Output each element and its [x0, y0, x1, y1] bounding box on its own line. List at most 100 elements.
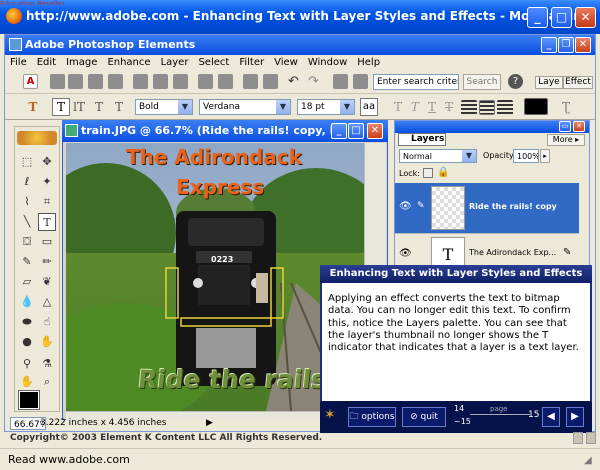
import-icon[interactable]	[108, 74, 123, 89]
dodge-tool-icon[interactable]: ●	[18, 333, 36, 351]
lock-all-icon[interactable]: 🔒	[437, 167, 449, 178]
sharpen-tool-icon[interactable]: △	[38, 293, 56, 311]
previous-page-button[interactable]: ◀	[542, 407, 560, 427]
impressionist-brush-icon[interactable]: ❦	[38, 273, 56, 291]
menu-image[interactable]: Image	[61, 56, 102, 70]
pse-minimize-button[interactable]: _	[541, 37, 557, 53]
menu-edit[interactable]: Edit	[32, 56, 61, 70]
more-button[interactable]: More ▸	[547, 134, 585, 146]
open-file-icon[interactable]	[68, 74, 83, 89]
page-slider-track[interactable]	[470, 414, 530, 415]
menu-layer[interactable]: Layer	[156, 56, 194, 70]
quick-fix-icon[interactable]	[333, 74, 348, 89]
close-button[interactable]: ✕	[575, 7, 596, 28]
minimize-button[interactable]: _	[527, 7, 548, 28]
font-size-select[interactable]: 18 pt ▼	[297, 99, 355, 115]
print-icon[interactable]	[198, 74, 213, 89]
faux-italic-button[interactable]: T	[407, 98, 423, 116]
smudge-tool-icon[interactable]: ☝	[38, 313, 56, 331]
anti-alias-button[interactable]: aa	[360, 98, 378, 116]
scroll-down-arrow[interactable]	[586, 432, 596, 444]
adobe-online-icon[interactable]: A	[23, 74, 38, 89]
sponge-tool-icon[interactable]: ⬬	[18, 313, 36, 331]
underline-button[interactable]: T	[424, 98, 440, 116]
blur-tool-icon[interactable]: 💧	[18, 293, 36, 311]
next-page-button[interactable]: ▶	[566, 407, 584, 427]
doc-maximize-button[interactable]: □	[348, 123, 364, 139]
quit-button[interactable]: ⊘ quit	[402, 407, 446, 427]
font-style-select[interactable]: Bold ▼	[135, 99, 193, 115]
photo-creations-icon[interactable]	[263, 74, 278, 89]
type-tool-active-icon[interactable]: T	[38, 213, 56, 231]
help-icon[interactable]: ?	[508, 74, 523, 89]
palette-well-tab-effects[interactable]: Effect	[563, 76, 593, 89]
vertical-type-icon[interactable]: lT	[71, 98, 87, 116]
faux-bold-button[interactable]: T	[390, 98, 406, 116]
eraser-tool-icon[interactable]: ▱	[18, 273, 36, 291]
save-icon[interactable]	[133, 74, 148, 89]
layer-row-ride-the-rails-copy[interactable]: 👁 ✎ Ride the rails! copy	[395, 183, 579, 233]
maximize-button[interactable]: □	[551, 7, 572, 28]
font-family-select[interactable]: Verdana ▼	[199, 99, 291, 115]
marquee-tool-icon[interactable]: ⬚	[18, 153, 36, 171]
step-forward-icon[interactable]: ↷	[308, 74, 323, 89]
doc-close-button[interactable]: ✕	[367, 123, 383, 139]
align-center-icon[interactable]	[479, 100, 495, 115]
foreground-color-swatch[interactable]	[18, 390, 40, 410]
warp-text-icon[interactable]: Ʈ	[558, 98, 574, 116]
menu-window[interactable]: Window	[303, 56, 352, 70]
browse-icon[interactable]	[88, 74, 103, 89]
pse-close-button[interactable]: ✕	[575, 37, 591, 53]
layers-minimize-button[interactable]: ▭	[559, 121, 571, 132]
horizontal-type-mask-icon[interactable]: T	[91, 98, 107, 116]
paint-bucket-tool-icon[interactable]: ⛋	[18, 233, 36, 251]
attach-email-icon[interactable]	[173, 74, 188, 89]
align-right-icon[interactable]	[497, 100, 513, 115]
blend-mode-select[interactable]: Normal ▼	[399, 149, 477, 163]
lasso-tool-icon[interactable]: ℓ	[18, 173, 36, 191]
menu-view[interactable]: View	[269, 56, 303, 70]
save-for-web-icon[interactable]	[153, 74, 168, 89]
line-tool-icon[interactable]: ╲	[18, 213, 36, 231]
search-input[interactable]: Enter search criteria	[373, 74, 459, 90]
eye-icon[interactable]: 👁	[399, 201, 412, 212]
search-button[interactable]: Search	[463, 74, 501, 90]
horizontal-type-icon[interactable]: T	[52, 98, 70, 116]
brush-tool-icon[interactable]: ✎	[18, 253, 36, 271]
scroll-up-arrow[interactable]	[573, 432, 583, 444]
hand-tool-icon[interactable]: ✋	[18, 373, 36, 391]
eye-icon[interactable]: 👁	[399, 248, 412, 259]
red-eye-icon[interactable]	[353, 74, 368, 89]
vertical-type-mask-icon[interactable]: T	[111, 98, 127, 116]
online-services-icon[interactable]	[243, 74, 258, 89]
menu-file[interactable]: File	[5, 56, 32, 70]
menu-filter[interactable]: Filter	[234, 56, 269, 70]
layers-tab[interactable]: Layers	[398, 133, 446, 146]
resize-grip-icon[interactable]: ◢	[584, 455, 592, 466]
opacity-slider-toggle[interactable]: ▸	[540, 149, 550, 163]
pencil-tool-icon[interactable]: ✏	[38, 253, 56, 271]
menu-enhance[interactable]: Enhance	[102, 56, 155, 70]
gradient-tool-icon[interactable]: ▭	[38, 233, 56, 251]
doc-minimize-button[interactable]: _	[331, 123, 347, 139]
text-color-swatch[interactable]	[524, 98, 548, 115]
clone-stamp-tool-icon[interactable]: ⚲	[18, 355, 36, 373]
step-backward-icon[interactable]: ↶	[288, 74, 303, 89]
crop-tool-icon[interactable]: ⌗	[38, 193, 56, 211]
options-button[interactable]: 🗀 options	[348, 407, 396, 427]
new-file-icon[interactable]	[50, 74, 65, 89]
align-left-icon[interactable]	[461, 100, 477, 115]
selection-brush-tool-icon[interactable]: ⌇	[18, 193, 36, 211]
menu-help[interactable]: Help	[352, 56, 385, 70]
palette-well-tab-layers[interactable]: Laye	[535, 76, 563, 89]
zoom-tool-icon[interactable]: ⌕	[38, 373, 56, 391]
layers-close-button[interactable]: ✕	[573, 121, 585, 132]
pse-restore-button[interactable]: ❐	[558, 37, 574, 53]
lock-transparency-icon[interactable]	[423, 168, 433, 178]
burn-tool-icon[interactable]: ✋	[38, 333, 56, 351]
menu-select[interactable]: Select	[193, 56, 234, 70]
strikethrough-button[interactable]: T	[441, 98, 457, 116]
opacity-input[interactable]: 100%	[513, 149, 539, 163]
status-menu-arrow-icon[interactable]: ▶	[206, 418, 213, 428]
print-preview-icon[interactable]	[218, 74, 233, 89]
